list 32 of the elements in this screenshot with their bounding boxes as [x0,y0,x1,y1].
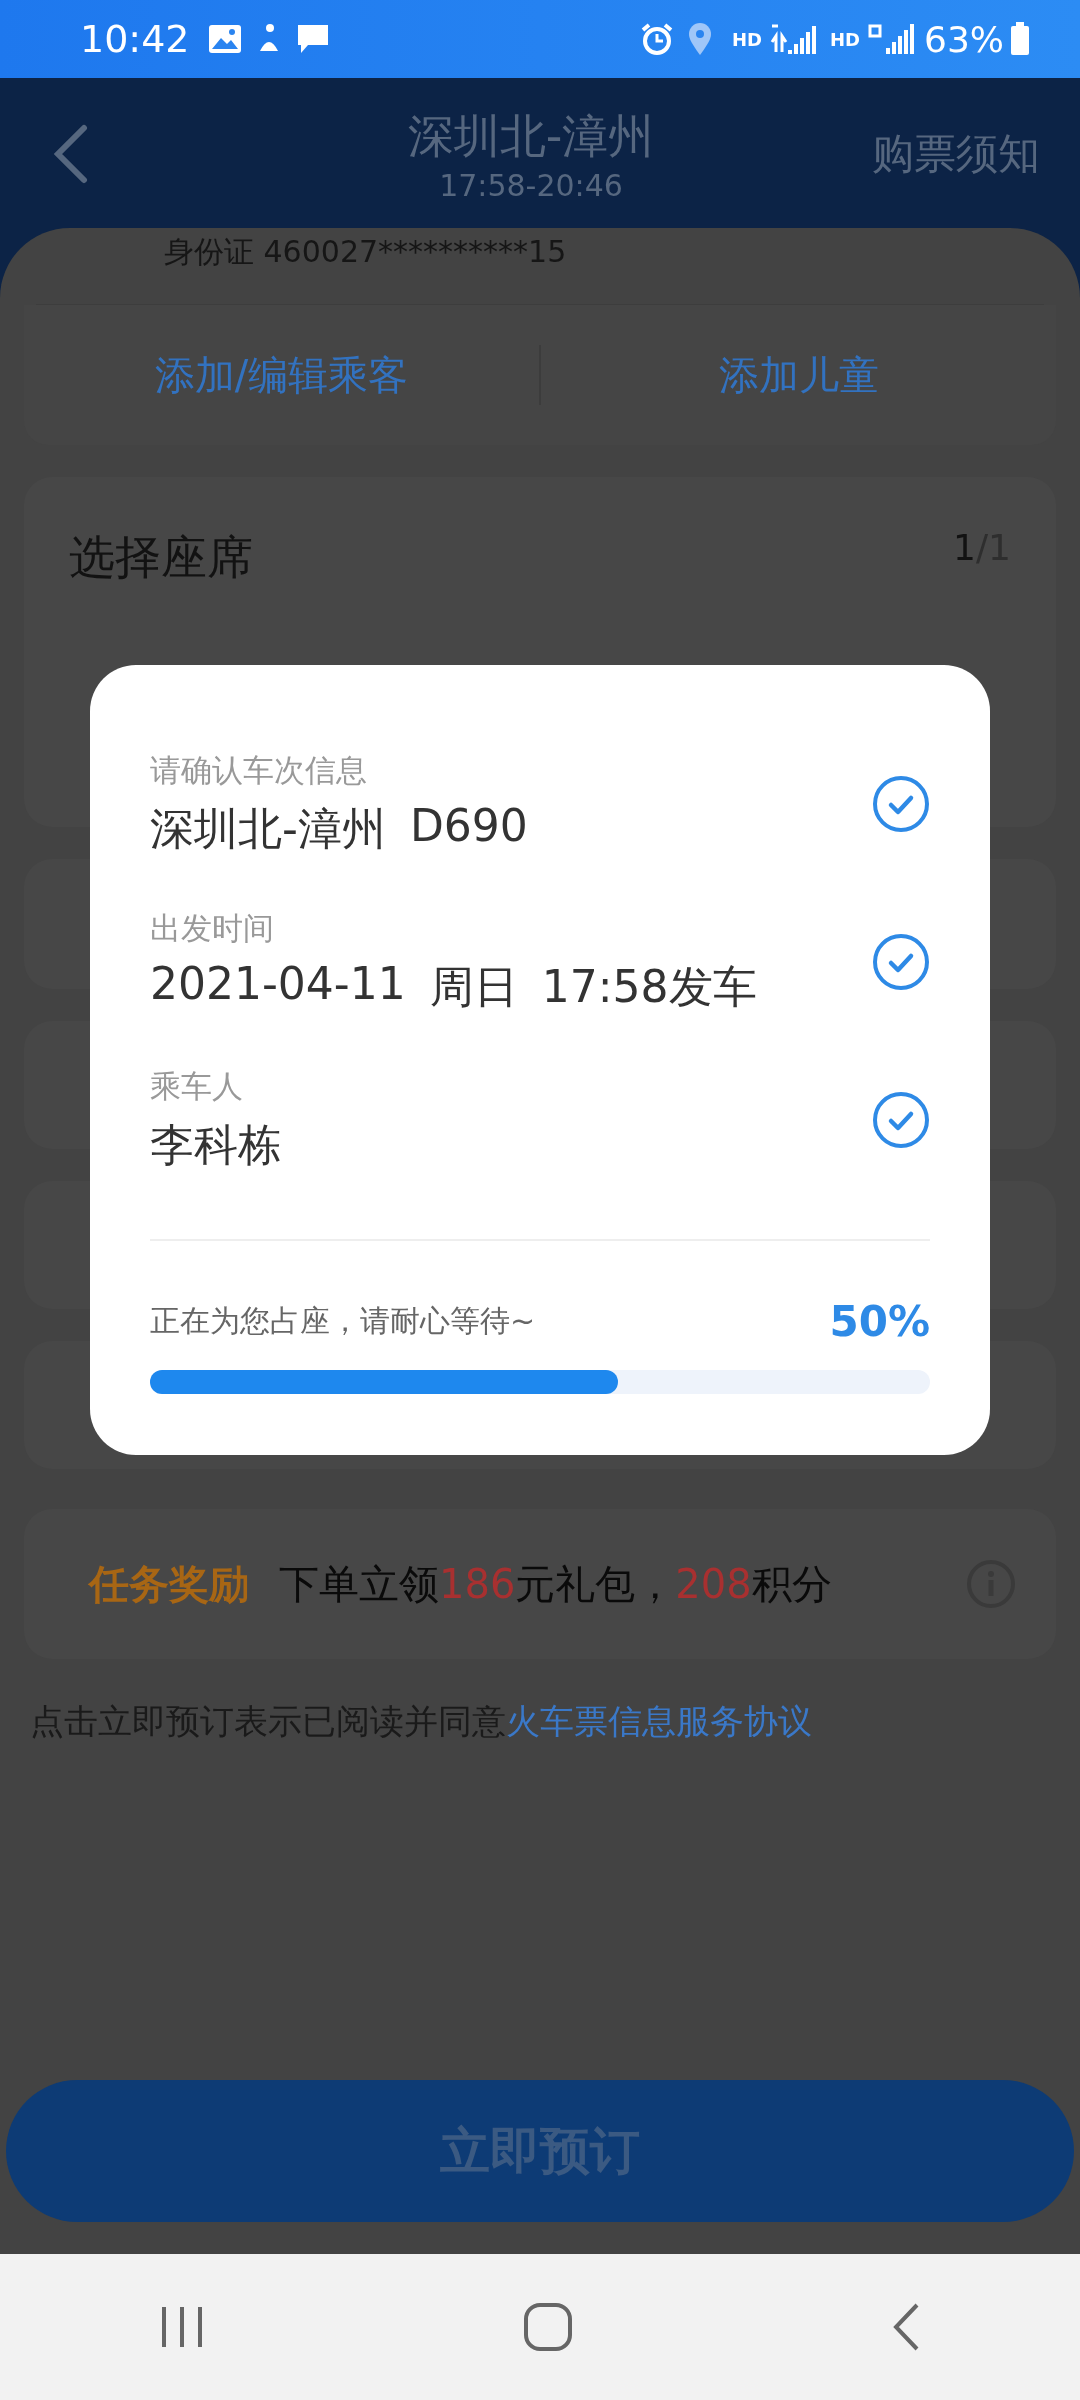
alarm-icon [639,22,674,56]
reward-text: 下单立领186元礼包，208积分 [279,1559,833,1609]
image-icon [207,24,242,54]
info-value: D690 [409,799,528,853]
network-label: HD [731,28,762,50]
home-icon[interactable] [523,2302,573,2352]
ticket-notice-link[interactable]: 购票须知 [872,126,1040,182]
battery-icon [1010,22,1030,56]
info-label: 出发时间 [150,908,275,948]
status-time: 10:42 [80,17,190,61]
location-icon [687,22,712,56]
message-icon [295,23,330,55]
recent-apps-icon[interactable] [159,2305,205,2349]
progress-percent: 50% [829,1297,930,1346]
info-label: 乘车人 [150,1066,244,1106]
progress-message: 正在为您占座，请耐心等待~ [150,1302,537,1340]
add-passenger-button[interactable]: 添加/编辑乘客 [24,327,539,423]
add-child-button[interactable]: 添加儿童 [541,327,1056,423]
route-time: 17:58-20:46 [439,167,623,203]
back-icon[interactable] [891,2302,921,2352]
route-title: 深圳北-漳州 [407,107,655,165]
info-value: 17:58发车 [541,959,757,1014]
info-value: 周日 [429,959,518,1014]
agreement-link[interactable]: 火车票信息服务协议 [506,1701,812,1741]
battery-percent: 63% [924,18,1004,60]
info-value: 2021-04-11 [150,957,406,1011]
network-label: HD [829,28,860,50]
info-label: 请确认车次信息 [150,750,368,790]
info-value: 李科栋 [150,1117,282,1172]
info-value: 深圳北-漳州 [150,801,386,856]
reward-title: 任务奖励 [89,1559,249,1609]
signal-icon [866,22,916,56]
